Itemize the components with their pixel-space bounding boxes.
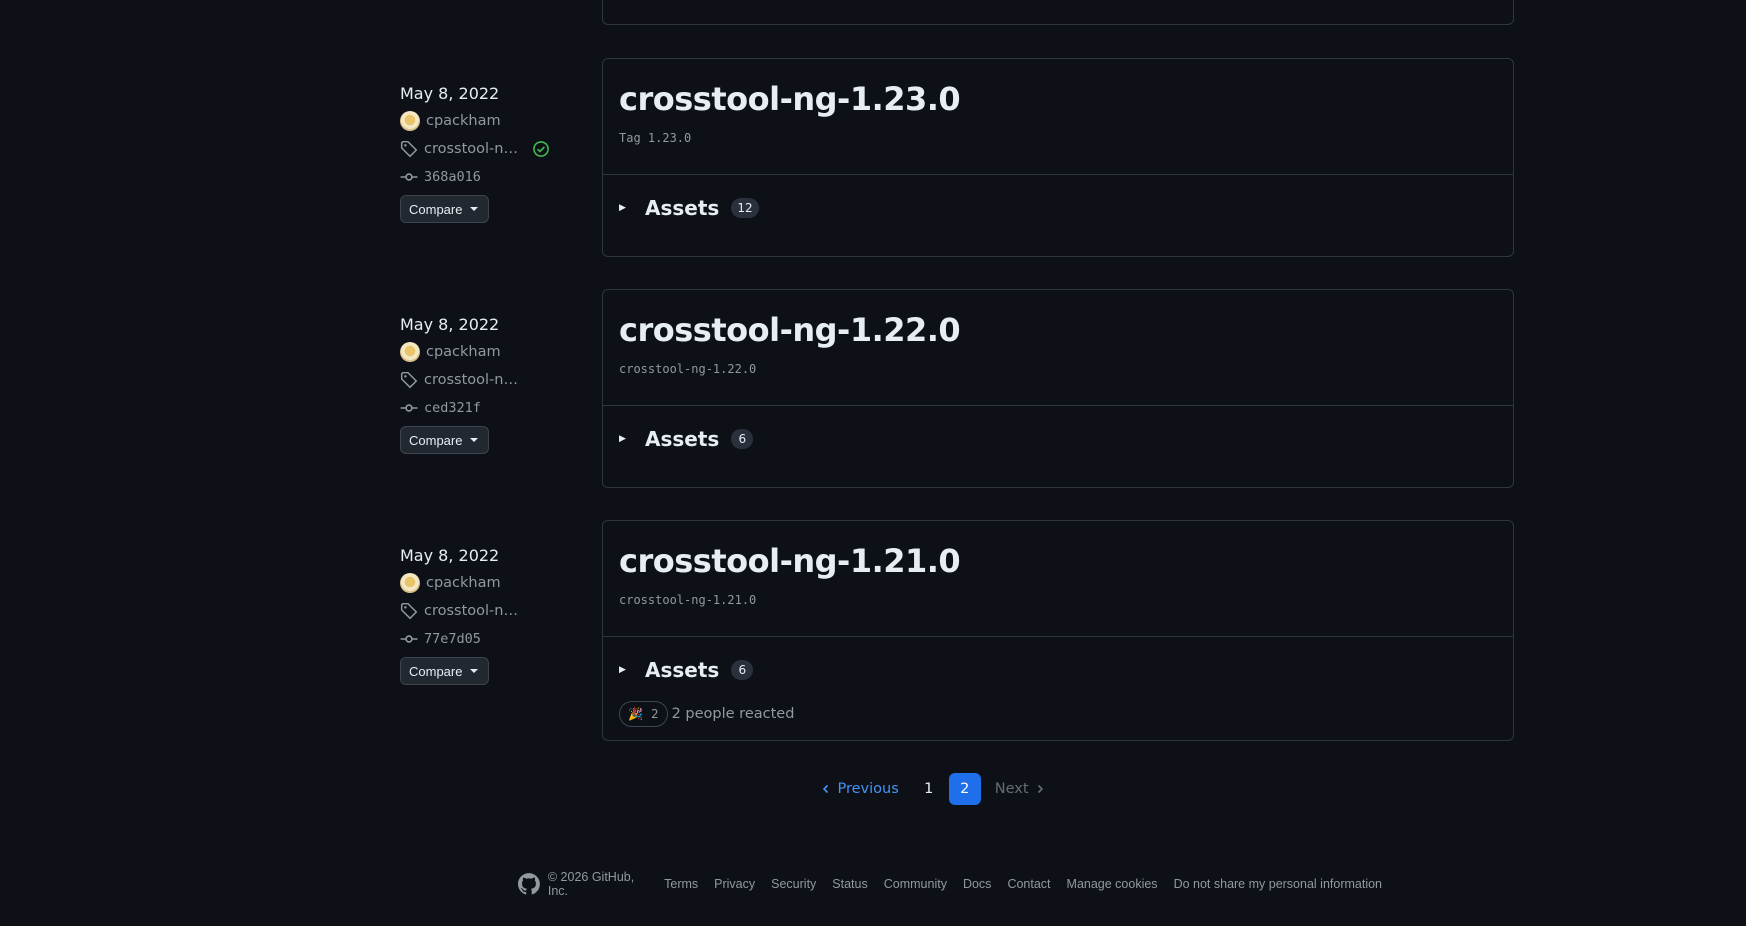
release-author[interactable]: cpackham: [400, 342, 570, 362]
reaction-summary: 2 people reacted: [671, 706, 795, 722]
assets-count: 6: [731, 429, 754, 449]
commit-icon: [400, 404, 418, 412]
release-meta: May 8, 2022 cpackham crosstool-ng-... 36…: [400, 84, 570, 223]
assets-toggle[interactable]: ▶ Assets 12: [619, 195, 1497, 221]
author-name[interactable]: cpackham: [426, 342, 501, 362]
footer: © 2026 GitHub, Inc. Terms Privacy Securi…: [518, 870, 1398, 898]
copyright: © 2026 GitHub, Inc.: [547, 870, 635, 898]
assets-toggle[interactable]: ▶ Assets 6: [619, 426, 1497, 452]
release-meta: May 8, 2022 cpackham crosstool-ng-... 77…: [400, 546, 570, 685]
assets-count: 12: [731, 198, 759, 218]
chevron-down-icon: [470, 207, 479, 211]
avatar: [400, 111, 420, 131]
release-header: crosstool-ng-1.22.0 crosstool-ng-1.22.0: [603, 290, 1513, 406]
verified-icon[interactable]: [532, 140, 550, 158]
release-commit[interactable]: 368a016: [400, 167, 570, 187]
compare-button[interactable]: Compare: [400, 657, 490, 685]
chevron-down-icon: [470, 438, 479, 442]
footer-link-docs[interactable]: Docs: [963, 877, 991, 891]
release-date: May 8, 2022: [400, 315, 500, 334]
release-card: crosstool-ng-1.23.0 Tag 1.23.0 ▶ Assets …: [602, 58, 1514, 257]
release-header: crosstool-ng-1.21.0 crosstool-ng-1.21.0: [603, 521, 1513, 637]
author-name[interactable]: cpackham: [426, 111, 501, 131]
previous-page-link[interactable]: Previous: [811, 773, 908, 805]
release-title[interactable]: crosstool-ng-1.23.0: [619, 79, 1497, 119]
release-tag[interactable]: crosstool-ng-...: [400, 139, 570, 159]
assets-label[interactable]: Assets: [645, 427, 719, 451]
assets-count: 6: [731, 660, 754, 680]
expand-triangle-icon: ▶: [619, 203, 626, 213]
chevron-down-icon: [470, 669, 479, 673]
footer-link-privacy[interactable]: Privacy: [714, 877, 755, 891]
release-subtitle: Tag 1.23.0: [619, 131, 692, 145]
previous-label: Previous: [837, 781, 899, 797]
tag-icon: [400, 371, 418, 389]
reactions: 🎉 2 2 people reacted: [619, 701, 1497, 727]
footer-link-terms[interactable]: Terms: [664, 877, 698, 891]
footer-link-contact[interactable]: Contact: [1007, 877, 1050, 891]
release-header: crosstool-ng-1.23.0 Tag 1.23.0: [603, 59, 1513, 175]
assets-toggle[interactable]: ▶ Assets 6: [619, 657, 1497, 683]
chevron-right-icon: [1037, 784, 1043, 794]
release-date: May 8, 2022: [400, 84, 500, 103]
release-date: May 8, 2022: [400, 546, 500, 565]
release-tag[interactable]: crosstool-ng-...: [400, 601, 570, 621]
assets-label[interactable]: Assets: [645, 658, 719, 682]
release-tag[interactable]: crosstool-ng-...: [400, 370, 570, 390]
compare-button[interactable]: Compare: [400, 426, 490, 454]
release-card-partial: [602, 0, 1514, 25]
github-logo-icon[interactable]: [518, 872, 540, 896]
compare-label: Compare: [409, 663, 463, 679]
tag-name[interactable]: crosstool-ng-...: [424, 370, 524, 390]
page-2-current[interactable]: 2: [948, 773, 981, 805]
release-title[interactable]: crosstool-ng-1.21.0: [619, 541, 1497, 581]
release-body: ▶ Assets 12: [603, 175, 1513, 245]
compare-label: Compare: [409, 201, 463, 217]
page-1-link[interactable]: 1: [913, 773, 945, 805]
chevron-left-icon: [823, 784, 829, 794]
reaction-count: 2: [650, 707, 659, 721]
release-author[interactable]: cpackham: [400, 573, 570, 593]
tag-icon: [400, 602, 418, 620]
commit-sha[interactable]: 77e7d05: [424, 629, 481, 649]
releases-page: May 8, 2022 cpackham crosstool-ng-... 36…: [0, 0, 1746, 926]
commit-sha[interactable]: 368a016: [424, 167, 481, 187]
expand-triangle-icon: ▶: [619, 665, 626, 675]
commit-icon: [400, 635, 418, 643]
avatar: [400, 342, 420, 362]
footer-link-security[interactable]: Security: [771, 877, 816, 891]
compare-label: Compare: [409, 432, 463, 448]
avatar: [400, 573, 420, 593]
tag-icon: [400, 140, 418, 158]
tag-name[interactable]: crosstool-ng-...: [424, 139, 524, 159]
release-commit[interactable]: 77e7d05: [400, 629, 570, 649]
commit-sha[interactable]: ced321f: [424, 398, 481, 418]
next-page-link: Next: [985, 773, 1055, 805]
footer-link-status[interactable]: Status: [832, 877, 867, 891]
release-card: crosstool-ng-1.22.0 crosstool-ng-1.22.0 …: [602, 289, 1514, 488]
release-meta: May 8, 2022 cpackham crosstool-ng-... ce…: [400, 315, 570, 454]
footer-link-manage-cookies[interactable]: Manage cookies: [1067, 877, 1158, 891]
pagination: Previous 1 2 Next: [0, 773, 1746, 805]
next-label: Next: [994, 781, 1029, 797]
release-body: ▶ Assets 6: [603, 406, 1513, 476]
release-author[interactable]: cpackham: [400, 111, 570, 131]
release-card: crosstool-ng-1.21.0 crosstool-ng-1.21.0 …: [602, 520, 1514, 741]
release-body: ▶ Assets 6 🎉 2 2 people reacted: [603, 637, 1513, 743]
tag-name[interactable]: crosstool-ng-...: [424, 601, 524, 621]
release-title[interactable]: crosstool-ng-1.22.0: [619, 310, 1497, 350]
footer-link-do-not-share[interactable]: Do not share my personal information: [1174, 877, 1382, 891]
author-name[interactable]: cpackham: [426, 573, 501, 593]
party-popper-icon: 🎉: [628, 707, 643, 721]
release-subtitle: crosstool-ng-1.21.0: [619, 593, 757, 607]
footer-link-community[interactable]: Community: [884, 877, 947, 891]
release-commit[interactable]: ced321f: [400, 398, 570, 418]
compare-button[interactable]: Compare: [400, 195, 490, 223]
reaction-hooray-button[interactable]: 🎉 2: [619, 701, 668, 727]
assets-label[interactable]: Assets: [645, 196, 719, 220]
release-subtitle: crosstool-ng-1.22.0: [619, 362, 757, 376]
expand-triangle-icon: ▶: [619, 434, 626, 444]
commit-icon: [400, 173, 418, 181]
